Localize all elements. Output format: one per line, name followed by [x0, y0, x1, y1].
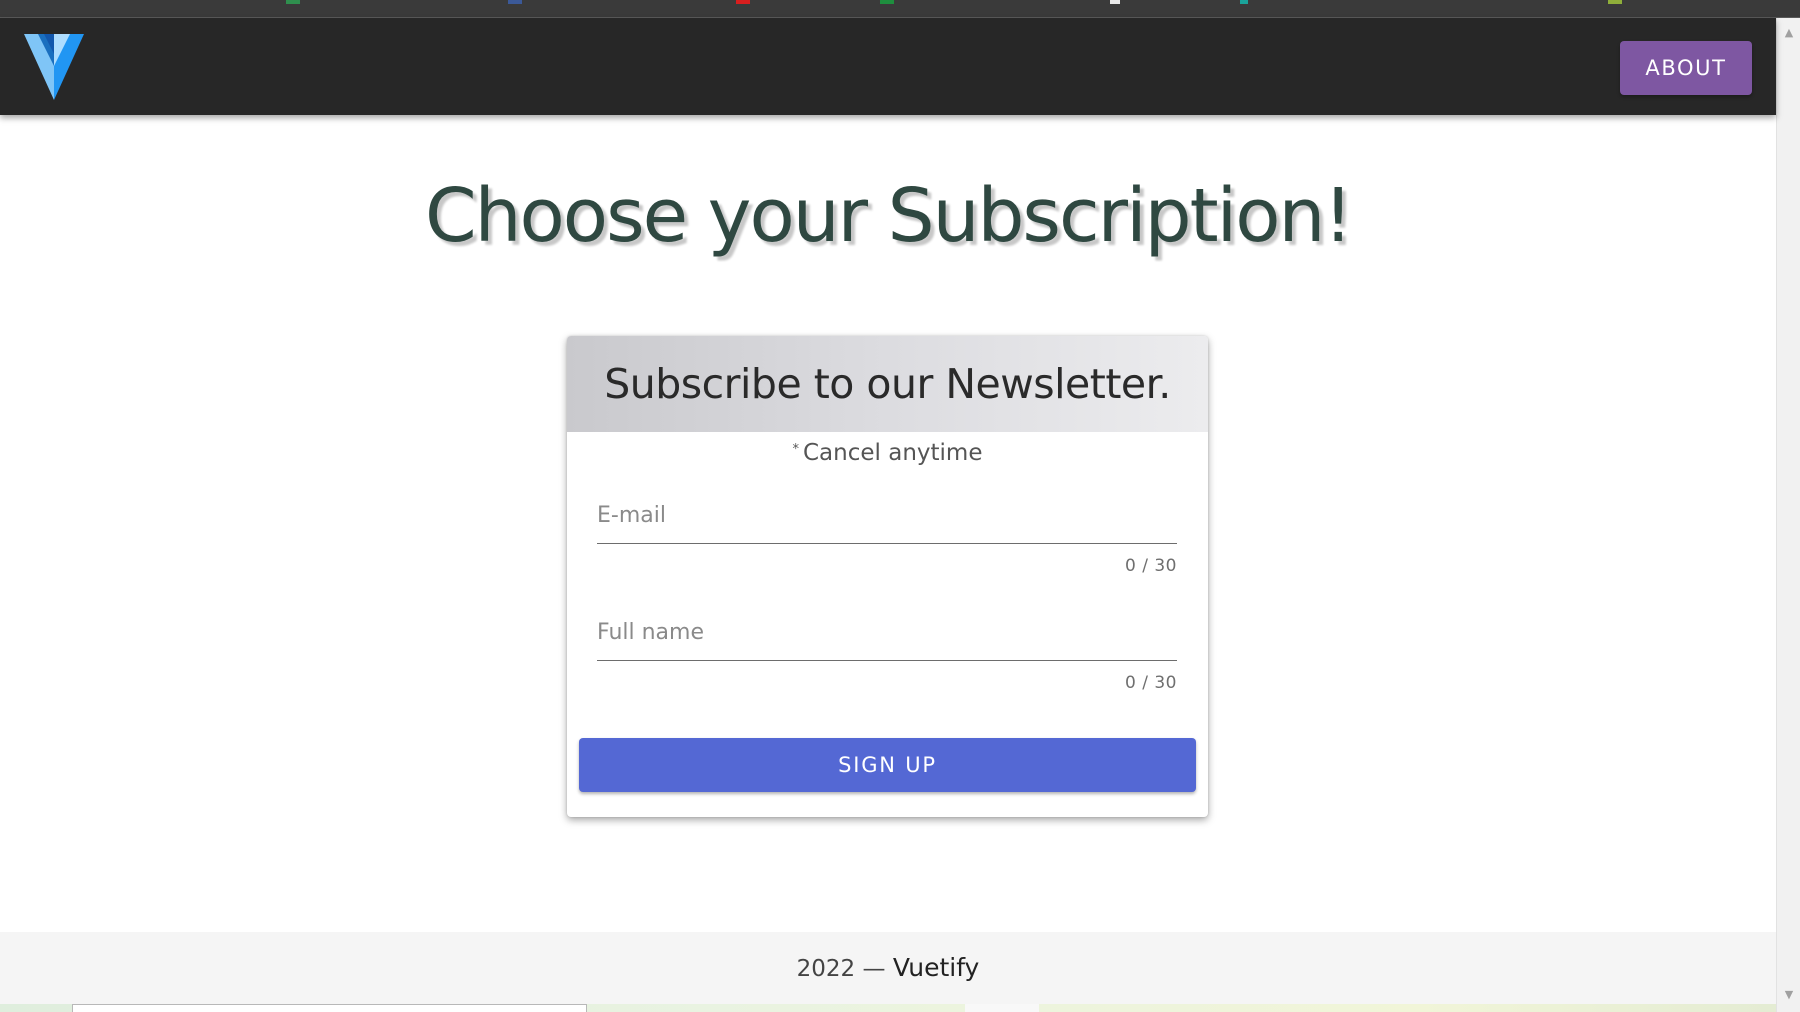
bookmark-favicon[interactable]: [736, 0, 750, 4]
vertical-scrollbar[interactable]: ▲ ▼: [1776, 18, 1800, 1012]
newsletter-card: Subscribe to our Newsletter. * Cancel any…: [567, 336, 1208, 817]
cancel-note: Cancel anytime: [803, 440, 983, 466]
email-field: 0 / 30: [597, 496, 1177, 576]
email-char-counter: 0 / 30: [1125, 556, 1177, 576]
signup-button[interactable]: SIGN UP: [579, 738, 1196, 792]
vuetify-logo-icon[interactable]: [24, 32, 84, 102]
fullname-char-counter: 0 / 30: [1125, 673, 1177, 693]
bookmark-favicon[interactable]: [508, 0, 522, 4]
about-button[interactable]: ABOUT: [1620, 41, 1752, 95]
footer-brand: Vuetify: [892, 953, 980, 982]
footnote-mark: *: [792, 442, 800, 457]
app-bar: ABOUT: [0, 18, 1776, 115]
bookmark-favicon[interactable]: [1240, 0, 1248, 4]
bottom-strip: [0, 1004, 1776, 1012]
scroll-up-arrow-icon[interactable]: ▲: [1777, 22, 1800, 44]
email-input[interactable]: [597, 496, 1177, 544]
bookmark-favicon[interactable]: [880, 0, 894, 4]
bottom-panel: [72, 1004, 587, 1012]
main-content: Choose your Subscription! Subscribe to o…: [0, 115, 1776, 932]
footer: 2022 — Vuetify: [0, 932, 1776, 1004]
bottom-panel: [965, 1004, 1039, 1012]
card-subtitle: * Cancel anytime: [567, 440, 1208, 466]
bookmark-favicon[interactable]: [286, 0, 300, 4]
bookmark-favicon[interactable]: [1608, 0, 1622, 4]
browser-top-strip: [0, 0, 1800, 18]
bookmark-favicon[interactable]: [1110, 0, 1120, 4]
card-title: Subscribe to our Newsletter.: [567, 336, 1208, 432]
footer-year: 2022 —: [796, 956, 886, 982]
scroll-down-arrow-icon[interactable]: ▼: [1777, 984, 1800, 1006]
fullname-field: 0 / 30: [597, 613, 1177, 693]
page-title: Choose your Subscription!: [424, 173, 1353, 259]
fullname-input[interactable]: [597, 613, 1177, 661]
